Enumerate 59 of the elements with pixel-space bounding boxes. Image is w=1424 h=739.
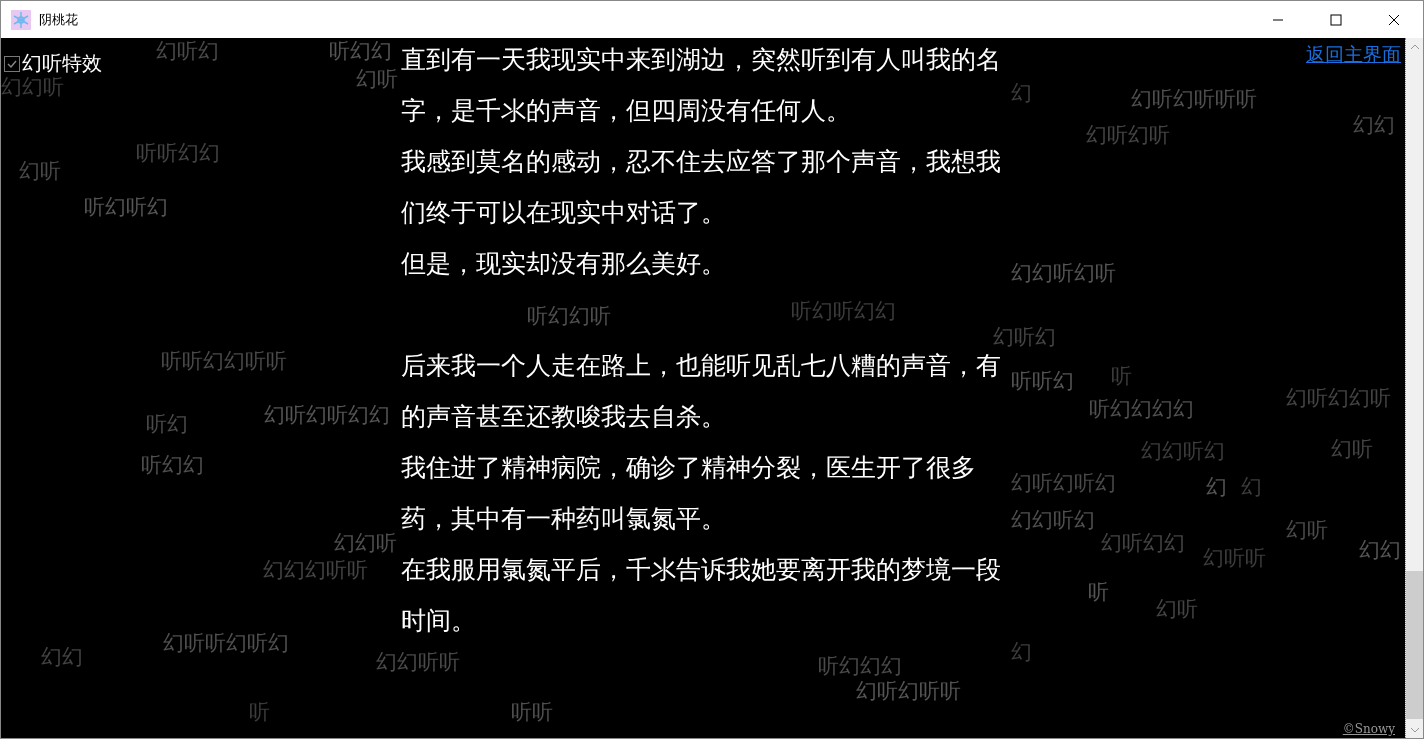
scrollbar[interactable] (1405, 38, 1423, 738)
maximize-icon (1330, 13, 1342, 26)
credit-link[interactable]: ©Snowy (1342, 722, 1395, 736)
floating-word: 听 (249, 701, 270, 725)
floating-word: 幻听幻听幻幻 (264, 404, 390, 428)
floating-word: 幻 (1011, 82, 1032, 106)
floating-word: 幻听幻听 (1086, 124, 1170, 148)
scroll-thumb[interactable] (1406, 571, 1423, 719)
floating-word: 幻幻听幻 (1141, 440, 1225, 464)
floating-word: 听幻幻听 (527, 305, 611, 329)
floating-word: 幻幻听 (334, 532, 397, 556)
floating-word: 听幻幻 (329, 40, 392, 64)
floating-word: 幻幻听 (1, 76, 64, 100)
floating-word: 听幻听幻幻 (791, 300, 896, 324)
floating-word: 幻幻听幻听 (1011, 262, 1116, 286)
story-paragraph: 我住进了精神病院，确诊了精神分裂，医生开了很多药，其中有一种药叫氯氮平。 (401, 452, 977, 535)
story-paragraph: 但是，现实却没有那么美好。 (401, 248, 727, 280)
story-paragraph: 在我服用氯氮平后，千氺告诉我她要离开我的梦境一段时间。 (401, 554, 1002, 637)
floating-word: 听听幻幻听听 (161, 350, 287, 374)
floating-word: 幻听听幻听幻 (163, 632, 289, 656)
floating-word: 听幻听幻 (84, 196, 168, 220)
floating-word: 幻听 (1286, 519, 1328, 543)
floating-word: 听 (1111, 365, 1132, 389)
floating-word: 听幻 (146, 413, 188, 437)
floating-word: 幻听幻听幻 (1011, 472, 1116, 496)
floating-word: 幻 (1241, 476, 1262, 500)
floating-word: 幻幻 (41, 646, 83, 670)
snowflake-icon (11, 9, 31, 30)
story-paragraph: 后来我一个人走在路上，也能听见乱七八糟的声音，有的声音甚至还教唆我去自杀。 (401, 350, 1002, 433)
floating-word: 听幻幻幻 (818, 655, 902, 679)
back-to-main-link[interactable]: 返回主界面 (1306, 42, 1401, 68)
floating-word: 幻幻 (1353, 114, 1395, 138)
story-paragraph: 我感到莫名的感动，忍不住去应答了那个声音，我想我们终于可以在现实中对话了。 (401, 146, 1002, 229)
floating-word: 幻幻幻听听 (263, 559, 368, 583)
close-icon (1388, 13, 1400, 26)
floating-word: 幻听幻 (993, 326, 1056, 350)
floating-word: 听幻幻幻幻 (1089, 398, 1194, 422)
floating-word: 幻听 (356, 68, 398, 92)
story-paragraph: 直到有一天我现实中来到湖边，突然听到有人叫我的名字，是千氺的声音，但四周没有任何人。 (401, 44, 1002, 127)
floating-word: 幻 (1206, 476, 1227, 500)
floating-word: 幻听幻幻听 (1286, 387, 1391, 411)
floating-word: 幻听幻听听 (856, 680, 961, 704)
floating-word: 幻听听 (1203, 547, 1266, 571)
floating-word: 幻幻听听 (376, 651, 460, 675)
floating-word: 听听幻幻 (136, 142, 220, 166)
floating-word: 听听幻 (1011, 370, 1074, 394)
floating-word: 听幻幻 (141, 454, 204, 478)
floating-word: 幻听幻幻 (1101, 532, 1185, 556)
floating-word: 听听 (511, 701, 553, 725)
floating-word: 幻幻听幻 (1011, 509, 1095, 533)
floating-word: 幻听幻听听听 (1131, 88, 1257, 112)
window-title: 阴桃花 (39, 10, 78, 29)
floating-word: 听 (1088, 581, 1109, 605)
floating-word: 幻听 (1156, 598, 1198, 622)
floating-word: 幻 (1011, 641, 1032, 665)
floating-word: 幻听幻 (156, 40, 219, 64)
floating-word: 幻幻 (1359, 539, 1401, 563)
floating-word: 幻听 (19, 160, 61, 184)
floating-word: 幻听 (1331, 438, 1373, 462)
